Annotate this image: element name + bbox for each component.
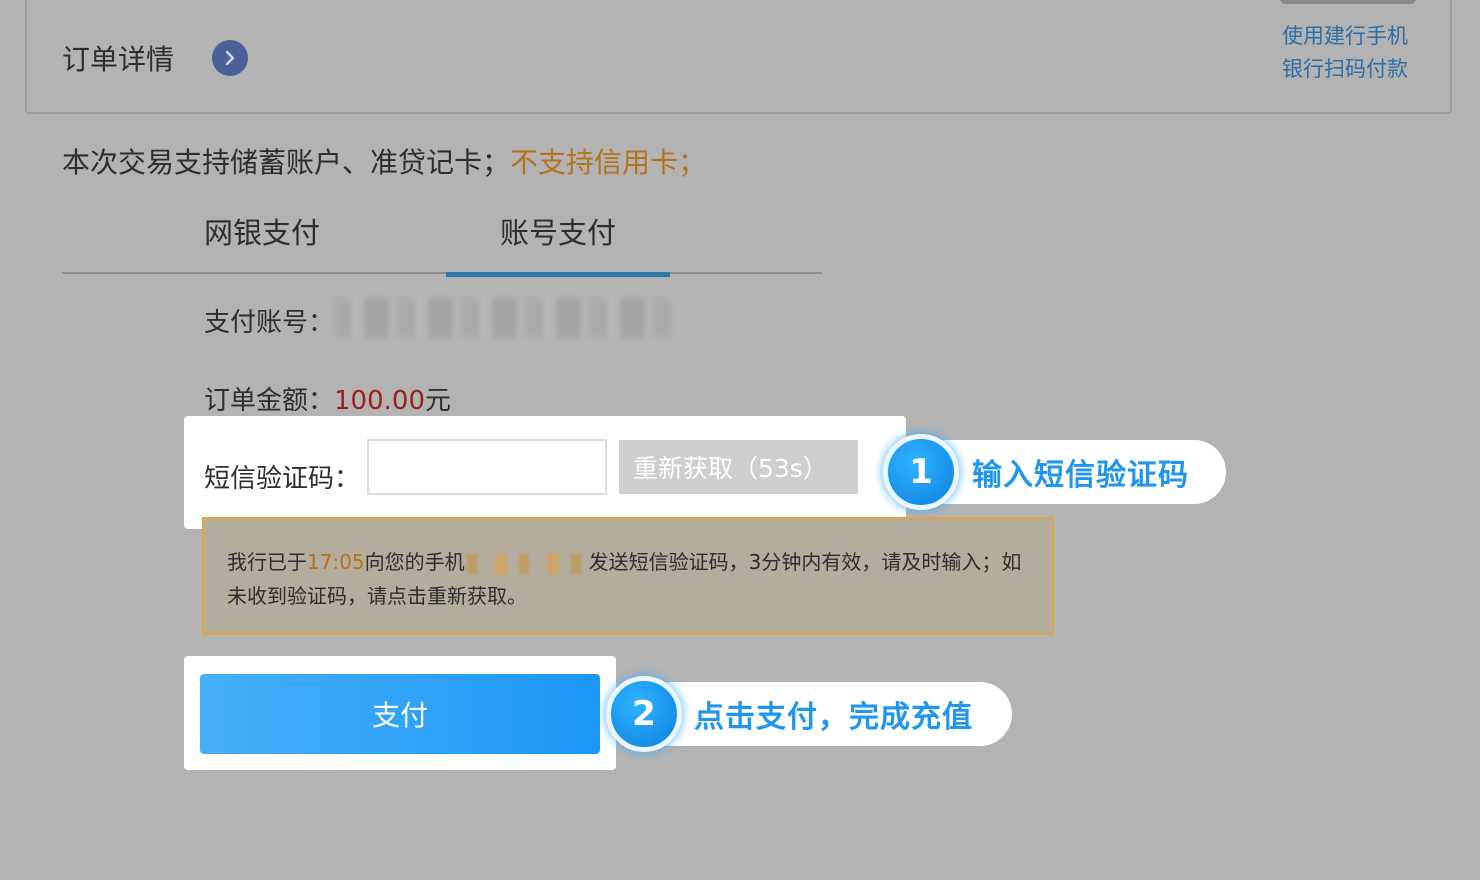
mobile-scan-line-1: 使用建行手机 — [1282, 24, 1408, 48]
tab-account-pay[interactable]: 账号支付 — [446, 204, 670, 277]
sms-code-label: 短信验证码： — [204, 464, 361, 494]
card-support-notice: 本次交易支持储蓄账户、准贷记卡；不支持信用卡； — [62, 141, 706, 181]
order-detail-label: 订单详情 — [62, 43, 175, 76]
mobile-scan-pay-link[interactable]: 使用建行手机 银行扫码付款 — [1282, 20, 1432, 86]
account-label: 支付账号： — [204, 308, 335, 338]
masked-phone-number — [466, 553, 585, 574]
sms-tip-prefix: 我行已于 — [227, 550, 307, 574]
step-2-badge: 2 — [606, 676, 682, 752]
sms-code-highlight: 短信验证码： 重新获取（53s） — [184, 416, 906, 529]
tab-netbank-pay[interactable]: 网银支付 — [182, 204, 342, 274]
mobile-scan-line-2: 银行扫码付款 — [1282, 57, 1408, 81]
callout-step-1-text: 输入短信验证码 — [972, 458, 1189, 493]
order-amount-row: 订单金额：100.00元 — [204, 380, 451, 417]
sms-sent-tip: 我行已于17:05向您的手机 发送短信验证码，3分钟内有效，请及时输入；如未收到验… — [202, 517, 1054, 635]
amount-label: 订单金额： — [204, 386, 335, 416]
supported-cards-text: 本次交易支持储蓄账户、准贷记卡； — [62, 146, 511, 179]
tab-account-label: 账号支付 — [499, 216, 616, 250]
sms-sent-time: 17:05 — [307, 550, 365, 574]
step-1-badge: 1 — [883, 434, 959, 510]
masked-account-number — [334, 298, 674, 338]
chevron-right-icon[interactable] — [212, 40, 249, 76]
pay-button-highlight: 支付 — [184, 656, 616, 770]
resend-code-button[interactable]: 重新获取（53s） — [619, 440, 858, 494]
callout-step-2: 点击支付，完成充值 — [640, 682, 1012, 746]
sms-tip-mid: 向您的手机 — [364, 550, 465, 574]
payment-method-tabs: 网银支付 账号支付 — [62, 204, 822, 277]
pay-button[interactable]: 支付 — [200, 674, 600, 754]
callout-step-2-text: 点击支付，完成充值 — [694, 700, 973, 735]
tab-netbank-label: 网银支付 — [203, 216, 320, 250]
amount-value: 100.00 — [334, 386, 425, 416]
sms-code-input[interactable] — [367, 439, 607, 495]
order-detail-toggle[interactable]: 订单详情 — [62, 38, 249, 78]
amount-unit: 元 — [425, 386, 452, 416]
credit-card-unsupported-text: 不支持信用卡； — [510, 146, 707, 179]
